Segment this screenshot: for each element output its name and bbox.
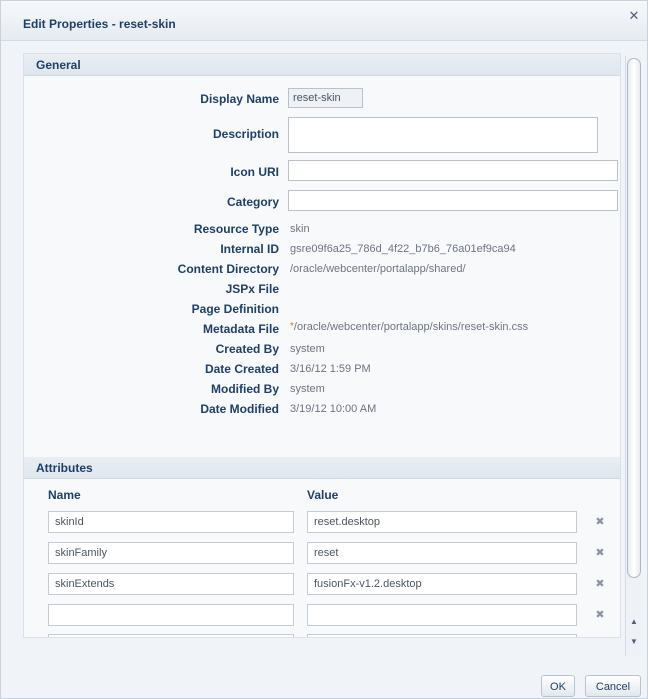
attr-name-input[interactable]: skinFamily [48, 542, 294, 564]
delete-attribute-icon[interactable]: ✖ [594, 547, 606, 559]
display-name-input[interactable] [288, 88, 363, 108]
general-section-header: General [24, 54, 620, 76]
dialog-title: Edit Properties - reset-skin [23, 17, 176, 31]
content-directory-label: Content Directory [177, 262, 279, 276]
modified-by-value: system [290, 383, 325, 395]
category-label: Category [226, 195, 279, 209]
date-modified-label: Date Modified [200, 402, 279, 416]
attr-value-input[interactable] [307, 634, 577, 637]
vertical-scrollbar[interactable]: ▲ ▼ [625, 56, 641, 656]
scroll-down-icon[interactable]: ▼ [628, 636, 640, 648]
attr-name-input[interactable] [48, 634, 294, 637]
attr-name-column-header: Name [48, 488, 81, 502]
page-definition-label: Page Definition [191, 302, 279, 316]
category-input[interactable] [288, 190, 618, 211]
properties-panel: General Display Name Description Icon UR… [23, 53, 621, 638]
close-icon[interactable]: ✕ [627, 9, 641, 23]
attr-value-column-header: Value [307, 488, 339, 502]
created-by-label: Created By [215, 342, 279, 356]
date-created-label: Date Created [204, 362, 279, 376]
attr-value-input[interactable]: fusionFx-v1.2.desktop [307, 573, 577, 595]
created-by-value: system [290, 343, 325, 355]
date-modified-value: 3/19/12 10:00 AM [290, 403, 377, 415]
attr-name-input[interactable] [48, 604, 294, 626]
delete-attribute-icon[interactable]: ✖ [594, 609, 606, 621]
scroll-up-icon[interactable]: ▲ [628, 616, 640, 628]
resource-type-value: skin [290, 223, 310, 235]
attr-value-input[interactable] [307, 604, 577, 626]
date-created-value: 3/16/12 1:59 PM [290, 363, 371, 375]
description-label: Description [212, 127, 279, 141]
internal-id-value: gsre09f6a25_786d_4f22_b7b6_76a01ef9ca94 [290, 243, 516, 255]
icon-uri-input[interactable] [288, 160, 618, 181]
delete-attribute-icon[interactable]: ✖ [594, 578, 606, 590]
metadata-file-label: Metadata File [202, 322, 279, 336]
jspx-file-label: JSPx File [225, 282, 279, 296]
modified-by-label: Modified By [211, 382, 279, 396]
scrollbar-thumb[interactable] [627, 58, 641, 578]
internal-id-label: Internal ID [220, 242, 279, 256]
attr-value-input[interactable]: reset [307, 542, 577, 564]
edit-properties-dialog: Edit Properties - reset-skin ✕ General D… [0, 0, 648, 699]
ok-button[interactable]: OK [541, 675, 575, 697]
icon-uri-label: Icon URI [230, 165, 279, 179]
display-name-label: Display Name [200, 92, 279, 106]
attr-name-input[interactable]: skinExtends [48, 573, 294, 595]
cancel-button[interactable]: Cancel [585, 675, 641, 697]
metadata-file-value: /oracle/webcenter/portalapp/skins/reset-… [293, 321, 529, 333]
content-directory-value: /oracle/webcenter/portalapp/shared/ [290, 263, 466, 275]
attr-value-input[interactable]: reset.desktop [307, 511, 577, 533]
delete-attribute-icon[interactable]: ✖ [594, 516, 606, 528]
metadata-file-value-wrap: */oracle/webcenter/portalapp/skins/reset… [290, 321, 528, 333]
description-textarea[interactable] [288, 117, 598, 153]
resource-type-label: Resource Type [193, 222, 279, 236]
attributes-section-header: Attributes [24, 457, 620, 479]
dialog-titlebar: Edit Properties - reset-skin ✕ [1, 1, 647, 41]
attr-name-input[interactable]: skinId [48, 511, 294, 533]
